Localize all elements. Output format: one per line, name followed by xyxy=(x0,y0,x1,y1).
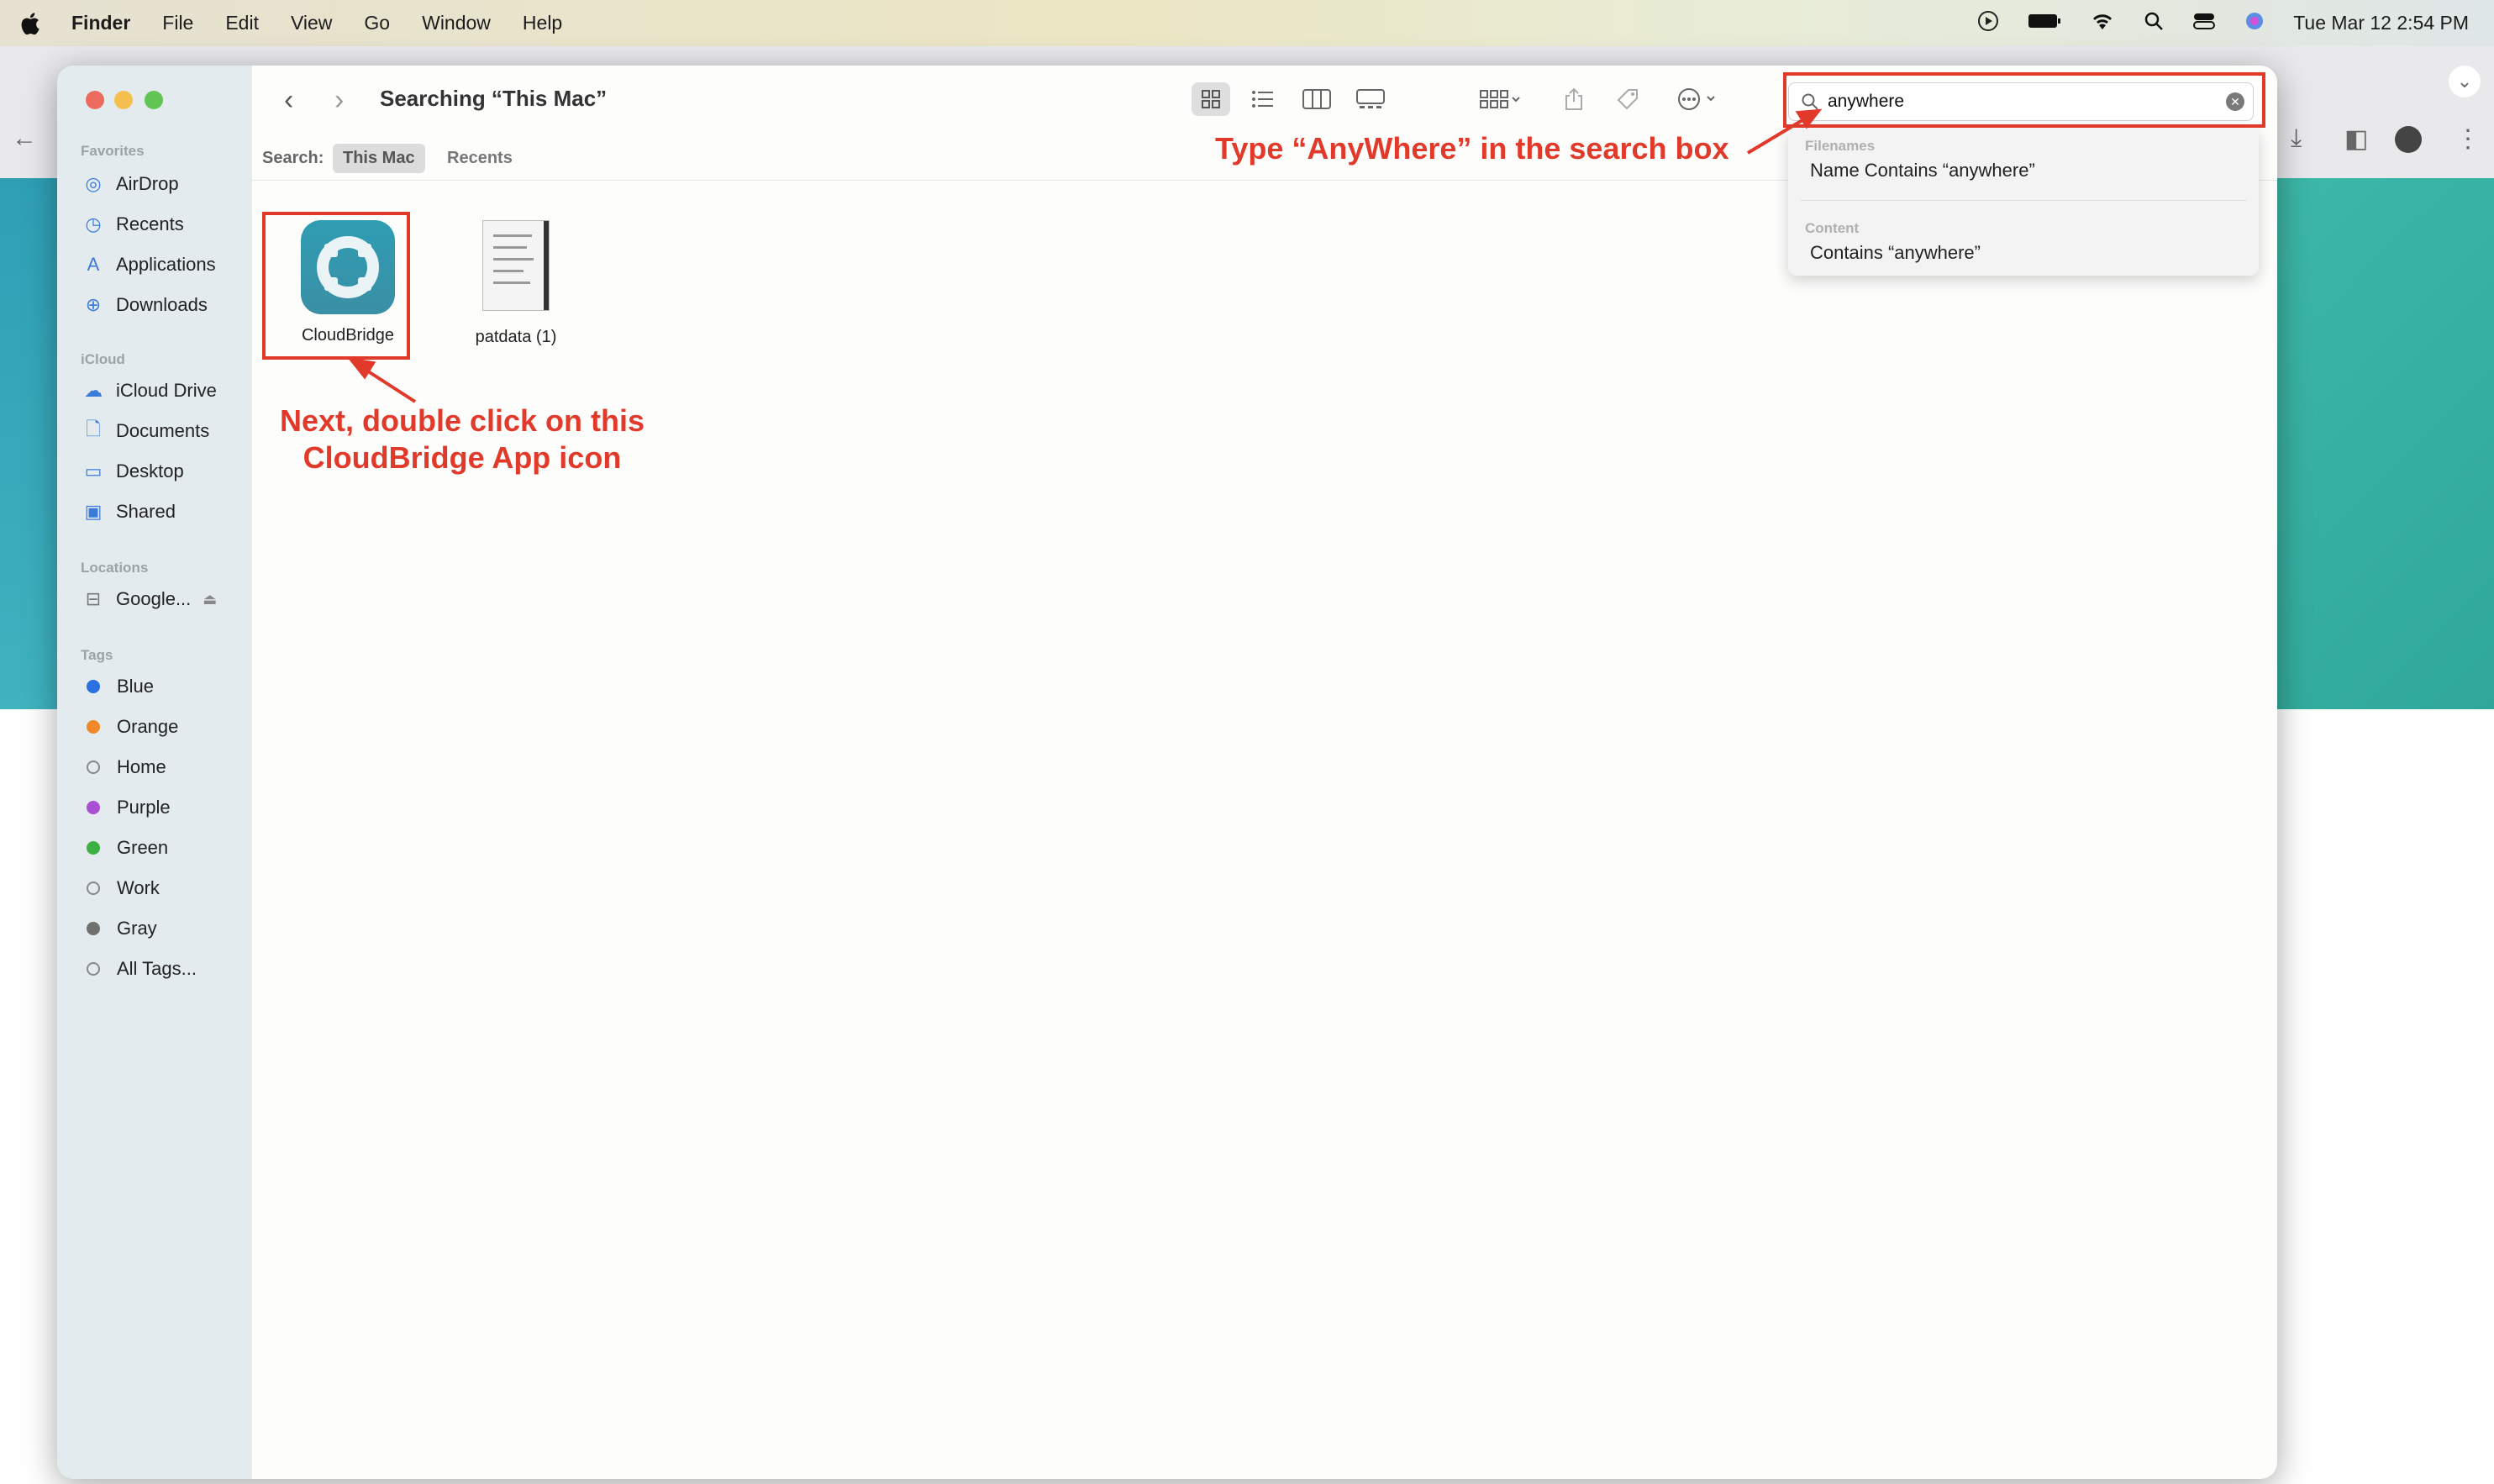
annotation-icon-hint-line1: Next, double click on this xyxy=(279,403,645,438)
annotation-search-hint: Type “AnyWhere” in the search box xyxy=(1215,131,1729,166)
annotation-arrow-app xyxy=(361,366,417,403)
annotation-arrowhead-search xyxy=(1795,108,1823,129)
annotation-icon-hint-line2: CloudBridge App icon xyxy=(303,440,622,475)
annotation-arrow-search xyxy=(1746,116,1808,155)
annotation-arrows xyxy=(347,108,1823,403)
